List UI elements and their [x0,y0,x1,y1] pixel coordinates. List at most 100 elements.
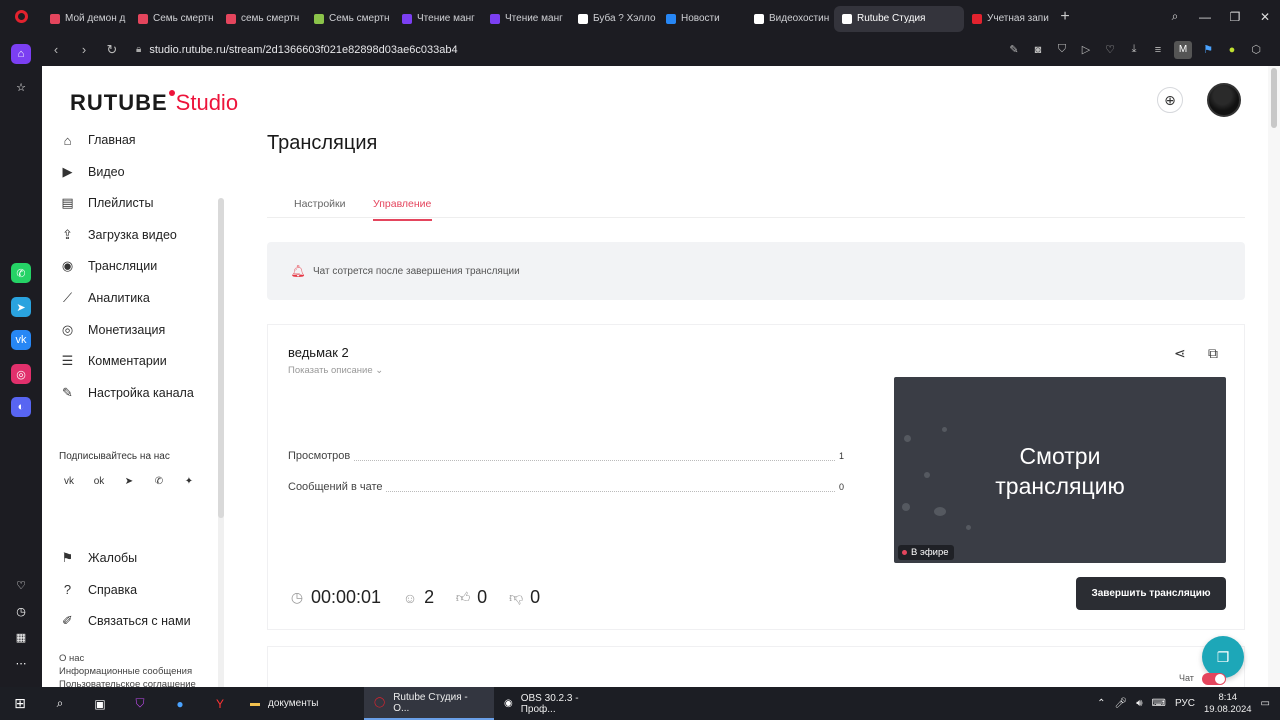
viber-icon[interactable]: ✆ [149,471,169,491]
heart-icon[interactable]: ♡ [1102,43,1118,56]
show-description-link[interactable]: Показать описание ⌄ [288,365,383,376]
language-indicator[interactable]: РУС [1175,698,1195,709]
browser-tab[interactable]: Чтение манг [394,6,482,32]
vk-icon[interactable]: vk [59,471,79,491]
taskbar-app[interactable]: ◉ OBS 30.2.3 - Проф... [494,687,614,720]
camera-icon[interactable]: ◙ [1030,44,1046,56]
sidebar-item[interactable]: ◎ Монетизация [59,318,165,342]
clock[interactable]: 8:14 19.08.2024 [1204,692,1252,716]
tab-settings[interactable]: Настройки [294,198,346,210]
browser-tab[interactable]: Видеохостин [746,6,834,32]
speed-dial-icon[interactable]: ☆ [11,77,31,97]
share-icon[interactable]: ⋖ [1174,345,1186,362]
tab-management[interactable]: Управление [373,198,431,210]
browser-tab[interactable]: Rutube Студия [834,5,964,32]
ok-icon[interactable]: ok [89,471,109,491]
extensions-icon[interactable]: ▦ [11,627,31,647]
history-icon[interactable]: ◷ [11,601,31,621]
browser-tab[interactable]: Мой демон д [42,6,130,32]
rutube-studio-logo[interactable]: RUTUBE Studio [70,90,238,116]
create-button[interactable]: ⊕ [1157,87,1183,113]
address-bar: ‹ › ↻ 🔒︎ studio.rutube.ru/stream/2d13666… [42,33,1280,66]
back-button[interactable]: ‹ [42,42,70,57]
taskbar-app[interactable]: ◯ Rutube Студия - О... [364,687,494,720]
url-field[interactable]: 🔒︎ studio.rutube.ru/stream/2d1366603f021… [136,44,458,56]
telegram-icon[interactable]: ➤ [11,297,31,317]
end-stream-button[interactable]: Завершить трансляцию [1076,577,1226,610]
browser-tab[interactable]: Буба ? Хэлло [570,6,658,32]
instagram-icon[interactable]: ◎ [11,364,31,384]
sidebar-bottom-item[interactable]: ⚑ Жалобы [59,546,138,570]
sidebar-bottom-item[interactable]: ✐ Связаться с нами [59,609,191,633]
url-text[interactable]: studio.rutube.ru/stream/2d1366603f021e82… [149,44,457,56]
reload-icon[interactable]: ↻ [98,42,126,58]
chat-support-button[interactable]: ❐ [1202,636,1244,678]
sidebar-bottom-item[interactable]: ? Справка [59,578,137,602]
whatsapp-icon[interactable]: ✆ [11,263,31,283]
sidebar-item[interactable]: ⟋ Аналитика [59,286,150,310]
taskbar-app[interactable]: ▬ документы [240,687,364,720]
zoom-app-icon[interactable]: ● [160,687,200,720]
flag-extension-icon[interactable]: ⚑ [1200,43,1216,56]
mic-icon[interactable]: 🎤︎ [1115,698,1128,709]
sidebar-item[interactable]: ◉ Трансляции [59,254,157,278]
browser-tab[interactable]: Семь смертн [306,6,394,32]
page-scrollbar[interactable] [1268,66,1280,687]
windows-start-icon[interactable]: ⊞ [0,687,40,720]
minimize-button[interactable]: — [1190,10,1220,24]
tab-favicon-icon [666,13,676,24]
favorites-icon[interactable]: ♡ [11,575,31,595]
sidebar-item[interactable]: ✎ Настройка канала [59,381,194,405]
edit-icon[interactable]: ✎ [1006,43,1022,56]
sidebar-scrollbar[interactable] [218,198,224,687]
chat-notice: 🔔︎ Чат сотрется после завершения трансля… [267,242,1245,300]
sidebar-item[interactable]: ▶ Видео [59,160,125,184]
cube-icon[interactable]: ⬡ [1248,43,1264,56]
browser-tab[interactable]: семь смертн [218,6,306,32]
task-view-icon[interactable]: ▣ [80,687,120,720]
play-icon[interactable]: ▷ [1078,43,1094,56]
sidebar-item[interactable]: ⇪ Загрузка видео [59,223,177,247]
avatar[interactable] [1207,83,1241,117]
opera-icon: ◯ [374,697,386,708]
sidebar-item[interactable]: ▤ Плейлисты [59,191,153,215]
vk-icon[interactable]: vk [11,330,31,350]
browser-tab[interactable]: Учетная запи [964,6,1052,32]
taskbar-app-label: документы [268,698,319,709]
live-badge: В эфире [898,545,954,560]
profile-avatar[interactable]: M [1174,40,1192,59]
shield-icon[interactable]: ⛉ [1054,43,1070,56]
forward-button[interactable]: › [70,42,98,57]
external-link-icon[interactable]: ⧉ [1208,345,1218,362]
network-icon[interactable]: ⌨ [1152,698,1166,709]
browser-tab[interactable]: Новости [658,6,746,32]
vpn-icon[interactable]: ● [1224,44,1240,56]
telegram-icon[interactable]: ➤ [119,471,139,491]
sidebar-item[interactable]: ⌂ Главная [59,128,136,152]
notifications-icon[interactable]: ▭ [1261,698,1270,709]
stream-preview[interactable]: Смотри трансляцию В эфире [894,377,1226,563]
chat-toggle[interactable] [1202,673,1226,685]
footer-info[interactable]: Информационные сообщения [59,665,196,678]
discord-icon[interactable]: ◐ [11,397,31,417]
footer-terms[interactable]: Пользовательское соглашение [59,678,196,687]
close-window-button[interactable]: ✕ [1250,10,1280,24]
opera-logo-icon[interactable] [0,0,42,33]
search-tabs-icon[interactable]: ⌕ [1160,9,1190,24]
chevron-up-icon[interactable]: ⌃ [1097,698,1105,709]
dzen-icon[interactable]: ✦ [179,471,199,491]
footer-about[interactable]: О нас [59,652,196,665]
more-icon[interactable]: ⋯ [11,653,31,673]
browser-tab[interactable]: Семь смертн [130,6,218,32]
volume-icon[interactable]: 🔊︎ [1136,698,1142,709]
sidebar-item[interactable]: ☰ Комментарии [59,349,167,373]
browser-tab[interactable]: Чтение манг [482,6,570,32]
shield-app-icon[interactable]: ⛉ [120,687,160,720]
search-icon[interactable]: ⌕ [40,687,80,720]
new-tab-button[interactable]: + [1052,8,1078,26]
menu-icon[interactable]: ≡ [1150,44,1166,56]
download-icon[interactable]: ⤓ [1126,43,1142,56]
yandex-browser-icon[interactable]: Y [200,687,240,720]
restore-button[interactable]: ❐ [1220,10,1250,24]
home-icon[interactable]: ⌂ [11,44,31,64]
